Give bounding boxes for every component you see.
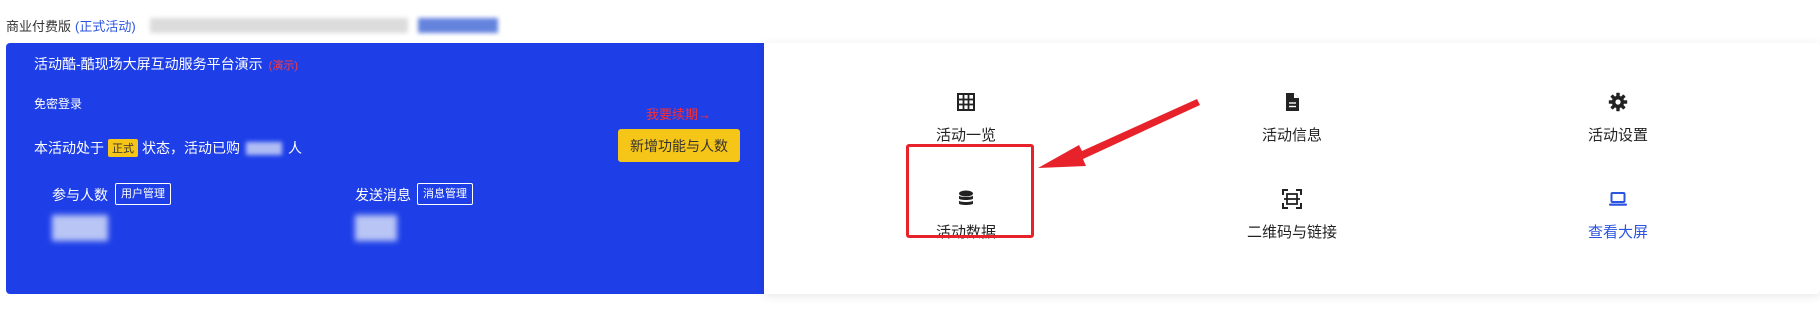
status-badge: 正式	[108, 139, 138, 157]
highlight-box	[906, 144, 1034, 238]
participants-stat: 参与人数 用户管理	[40, 175, 198, 273]
state-suffix: 人	[288, 140, 302, 156]
action-view-bigscreen[interactable]: 查看大屏	[1538, 189, 1698, 242]
action-label: 活动设置	[1587, 127, 1648, 144]
table-icon	[957, 93, 975, 111]
action-label: 活动一览	[935, 127, 996, 144]
activity-title: 活动酷-酷现场大屏互动服务平台演示 (演示)	[34, 54, 298, 74]
purchased-count	[246, 141, 282, 155]
activity-title-text: 活动酷-酷现场大屏互动服务平台演示	[34, 56, 263, 72]
participants-label: 参与人数	[52, 187, 108, 203]
renew-link[interactable]: 我要续期→	[646, 104, 711, 123]
status-link[interactable]: (正式活动)	[75, 16, 136, 35]
activity-state-line: 本活动处于 正式 状态，活动已购 人	[34, 138, 302, 158]
messages-label: 发送消息	[355, 187, 411, 203]
action-qrcode-links[interactable]: 二维码与链接	[1212, 189, 1372, 242]
laptop-icon	[1609, 192, 1627, 206]
upgrade-button[interactable]: 新增功能与人数	[618, 129, 740, 162]
action-activity-overview[interactable]: 活动一览	[886, 92, 1046, 145]
top-bar: 商业付费版 (正式活动)	[6, 14, 498, 36]
user-management-button[interactable]: 用户管理	[115, 183, 171, 205]
state-middle: 状态，活动已购	[142, 140, 240, 156]
blurred-link[interactable]	[417, 17, 498, 33]
annotation-arrow	[1038, 99, 1200, 168]
message-management-button[interactable]: 消息管理	[417, 183, 473, 205]
action-activity-settings[interactable]: 活动设置	[1538, 92, 1698, 145]
activity-summary-panel: 活动酷-酷现场大屏互动服务平台演示 (演示) 免密登录 本活动处于 正式 状态，活…	[6, 43, 764, 294]
action-label: 活动信息	[1261, 127, 1322, 144]
state-prefix: 本活动处于	[34, 140, 104, 156]
document-icon	[1286, 93, 1299, 111]
messages-value	[355, 215, 397, 241]
action-label: 二维码与链接	[1246, 224, 1337, 241]
gear-icon	[1608, 92, 1628, 112]
blurred-url	[149, 17, 408, 33]
participants-value	[52, 215, 108, 241]
demo-tag: (演示)	[268, 60, 298, 72]
qrcode-scan-icon	[1282, 189, 1302, 209]
action-label: 查看大屏	[1587, 224, 1648, 241]
edition-label: 商业付费版	[6, 18, 72, 34]
messages-stat: 发送消息 消息管理	[343, 175, 501, 273]
passwordless-login-link[interactable]: 免密登录	[34, 95, 82, 112]
action-activity-info[interactable]: 活动信息	[1212, 92, 1372, 145]
